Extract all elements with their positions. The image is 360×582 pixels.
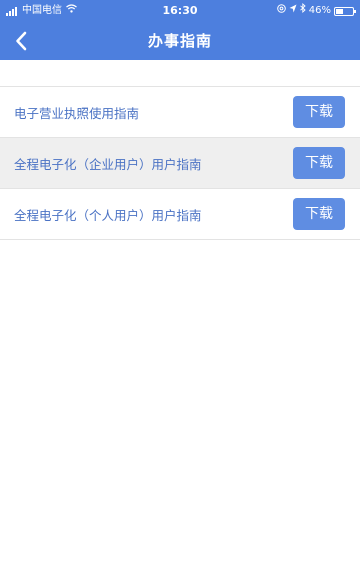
- guide-label: 全程电子化（企业用户）用户指南: [14, 156, 202, 172]
- location-icon: [289, 0, 297, 22]
- spacer: [0, 60, 360, 86]
- guide-label: 全程电子化（个人用户）用户指南: [14, 207, 202, 223]
- download-button[interactable]: 下载: [293, 198, 345, 230]
- status-bar: 中国电信 16:30 46%: [0, 0, 360, 22]
- battery-icon: [334, 6, 356, 16]
- guide-label: 电子营业执照使用指南: [14, 105, 140, 121]
- page-title: 办事指南: [147, 32, 212, 50]
- download-button[interactable]: 下载: [293, 147, 345, 179]
- nav-bar: 办事指南: [0, 22, 360, 60]
- bluetooth-icon: [299, 0, 306, 22]
- status-right: 46%: [276, 0, 356, 22]
- battery-percent: 46%: [308, 5, 331, 16]
- download-button[interactable]: 下载: [293, 96, 345, 128]
- list-item: 全程电子化（企业用户）用户指南 下载: [0, 138, 360, 189]
- list-item: 全程电子化（个人用户）用户指南 下载: [0, 189, 360, 240]
- at-icon: [276, 0, 286, 22]
- list-item: 电子营业执照使用指南 下载: [0, 87, 360, 138]
- guide-list: 电子营业执照使用指南 下载 全程电子化（企业用户）用户指南 下载 全程电子化（个…: [0, 86, 360, 240]
- app-header: 中国电信 16:30 46% 办事指南: [0, 0, 360, 60]
